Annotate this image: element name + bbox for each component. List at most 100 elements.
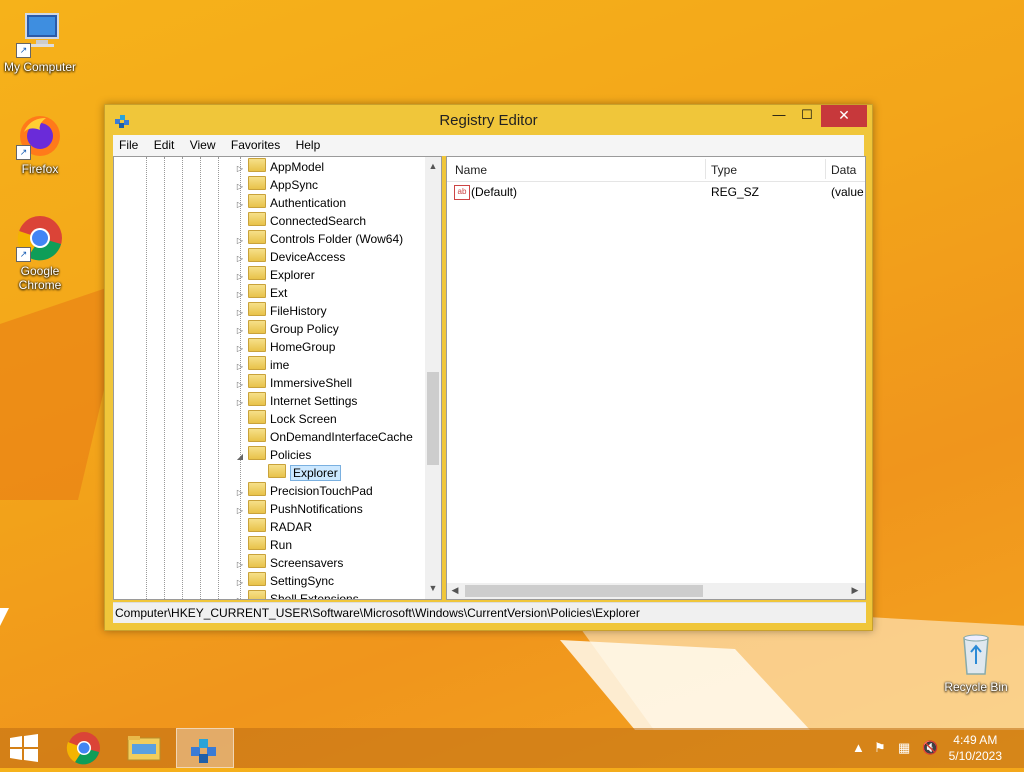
scroll-up-icon[interactable]: ▲ bbox=[425, 161, 441, 171]
folder-icon bbox=[248, 428, 266, 442]
tree-item[interactable]: ▷ Internet Settings bbox=[234, 392, 357, 410]
desktop-icon-recycle-bin[interactable]: Recycle Bin bbox=[936, 630, 1016, 694]
desktop-icon-firefox[interactable]: ↗ Firefox bbox=[0, 112, 80, 176]
tree-item[interactable]: ▷ DeviceAccess bbox=[234, 248, 345, 266]
column-name[interactable]: Name bbox=[455, 163, 487, 177]
tree-item[interactable]: Run bbox=[234, 536, 292, 554]
windows-logo-icon bbox=[10, 734, 38, 762]
tree-item[interactable]: ▷ PushNotifications bbox=[234, 500, 363, 518]
tree-item[interactable]: ◢ Policies bbox=[234, 446, 311, 464]
desktop-icon-my-computer[interactable]: ↗ My Computer bbox=[0, 10, 80, 74]
menu-help[interactable]: Help bbox=[290, 135, 327, 152]
tree-item[interactable]: ▷ ImmersiveShell bbox=[234, 374, 352, 392]
tree-item[interactable]: ▷ Explorer bbox=[234, 266, 315, 284]
tree-item[interactable]: ▷ Authentication bbox=[234, 194, 346, 212]
folder-icon bbox=[248, 338, 266, 352]
system-clock[interactable]: 4:49 AM 5/10/2023 bbox=[949, 732, 1002, 764]
taskbar-chrome-button[interactable] bbox=[56, 728, 112, 768]
folder-icon bbox=[248, 590, 266, 599]
values-list-pane[interactable]: Name Type Data ab (Default) REG_SZ (valu… bbox=[446, 156, 866, 600]
show-hidden-icons-icon[interactable]: ▲ bbox=[852, 740, 865, 755]
taskbar-file-explorer-button[interactable] bbox=[116, 728, 172, 768]
folder-icon bbox=[248, 446, 266, 460]
start-button[interactable] bbox=[0, 728, 56, 768]
tree-item[interactable]: ▷ AppSync bbox=[234, 176, 318, 194]
tree-item[interactable]: ▷ Screensavers bbox=[234, 554, 343, 572]
tree-item-label: AppModel bbox=[270, 160, 325, 174]
taskbar-registry-editor-button[interactable] bbox=[176, 728, 234, 768]
folder-icon bbox=[248, 158, 266, 172]
scroll-left-icon[interactable]: ◀ bbox=[447, 585, 463, 596]
column-divider[interactable] bbox=[705, 159, 706, 179]
list-horizontal-scrollbar[interactable]: ◀ ▶ bbox=[447, 583, 865, 599]
volume-muted-icon[interactable]: 🔇 bbox=[922, 740, 938, 756]
column-divider[interactable] bbox=[825, 159, 826, 179]
tree-item[interactable]: OnDemandInterfaceCache bbox=[234, 428, 413, 446]
tree-item[interactable]: Lock Screen bbox=[234, 410, 337, 428]
tree-item[interactable]: ▷ PrecisionTouchPad bbox=[234, 482, 373, 500]
tree-item-label: Internet Settings bbox=[270, 394, 358, 408]
chrome-icon bbox=[66, 732, 100, 765]
tree-item-label: Group Policy bbox=[270, 322, 339, 336]
tree-item[interactable]: ▷ Ext bbox=[234, 284, 287, 302]
folder-icon bbox=[248, 554, 266, 568]
desktop-icon-label: Recycle Bin bbox=[944, 680, 1008, 694]
tree-item-label: Screensavers bbox=[270, 556, 344, 570]
list-item[interactable]: ab (Default) REG_SZ (value bbox=[447, 183, 865, 201]
tree-item[interactable]: ▷ ime bbox=[234, 356, 289, 374]
tree-item[interactable]: ▷ HomeGroup bbox=[234, 338, 335, 356]
action-center-flag-icon[interactable]: ⚑ bbox=[874, 740, 886, 756]
tree-vertical-scrollbar[interactable]: ▲ ▼ bbox=[425, 157, 441, 599]
tree-item-label: SettingSync bbox=[270, 574, 335, 588]
minimize-button[interactable]: — bbox=[765, 105, 793, 127]
tree-item-label: Run bbox=[270, 538, 293, 552]
scrollbar-thumb[interactable] bbox=[465, 585, 703, 597]
tree-item[interactable]: ▷ Group Policy bbox=[234, 320, 339, 338]
tree-item[interactable]: ▷ FileHistory bbox=[234, 302, 327, 320]
value-name: (Default) bbox=[471, 185, 518, 199]
shortcut-arrow-icon: ↗ bbox=[16, 247, 31, 262]
expand-arrow-icon[interactable]: ◢ bbox=[234, 448, 246, 466]
desktop-icon-chrome[interactable]: ↗ Google Chrome bbox=[0, 214, 80, 292]
firefox-icon: ↗ bbox=[16, 112, 64, 160]
column-type[interactable]: Type bbox=[711, 163, 737, 177]
tree-item[interactable]: ConnectedSearch bbox=[234, 212, 366, 230]
folder-icon bbox=[248, 176, 266, 190]
wallpaper-shape bbox=[560, 640, 810, 730]
key-tree-pane[interactable]: ▷ AppModel ▷ AppSync ▷ Authentication Connecte… bbox=[113, 156, 442, 600]
tree-item[interactable]: RADAR bbox=[234, 518, 312, 536]
expand-arrow-icon[interactable]: ▷ bbox=[234, 592, 246, 599]
shortcut-arrow-icon: ↗ bbox=[16, 145, 31, 160]
tree-item[interactable]: Explorer bbox=[254, 464, 341, 482]
close-button[interactable]: ✕ bbox=[821, 105, 867, 127]
scroll-right-icon[interactable]: ▶ bbox=[847, 585, 863, 596]
folder-icon bbox=[248, 266, 266, 280]
value-data: (value bbox=[831, 185, 864, 199]
string-value-icon: ab bbox=[454, 185, 470, 200]
folder-icon bbox=[248, 500, 266, 514]
menu-file[interactable]: File bbox=[113, 135, 144, 152]
list-header: Name Type Data bbox=[447, 157, 865, 182]
clock-date: 5/10/2023 bbox=[948, 749, 1002, 763]
menu-favorites[interactable]: Favorites bbox=[225, 135, 286, 152]
folder-icon bbox=[127, 736, 161, 761]
folder-icon bbox=[248, 194, 266, 208]
tree-item-label: FileHistory bbox=[270, 304, 327, 318]
scrollbar-thumb[interactable] bbox=[427, 372, 439, 465]
status-bar-path: Computer\HKEY_CURRENT_USER\Software\Micr… bbox=[113, 602, 866, 623]
tree-item-label: HomeGroup bbox=[270, 340, 336, 354]
scroll-down-icon[interactable]: ▼ bbox=[425, 583, 441, 593]
network-icon[interactable]: ▦ bbox=[898, 740, 910, 756]
menu-view[interactable]: View bbox=[184, 135, 222, 152]
tree-item-label: ConnectedSearch bbox=[270, 214, 367, 228]
column-data[interactable]: Data bbox=[831, 163, 856, 177]
tree-guide-lines bbox=[114, 157, 244, 599]
folder-icon bbox=[248, 374, 266, 388]
tree-item[interactable]: ▷ AppModel bbox=[234, 158, 324, 176]
maximize-button[interactable]: ☐ bbox=[793, 105, 821, 127]
menu-edit[interactable]: Edit bbox=[148, 135, 181, 152]
title-bar[interactable]: Registry Editor — ☐ ✕ bbox=[105, 105, 872, 135]
tree-item[interactable]: ▷ Controls Folder (Wow64) bbox=[234, 230, 403, 248]
tree-item[interactable]: ▷ SettingSync bbox=[234, 572, 334, 590]
tree-item[interactable]: ▷ Shell Extensions bbox=[234, 590, 359, 599]
